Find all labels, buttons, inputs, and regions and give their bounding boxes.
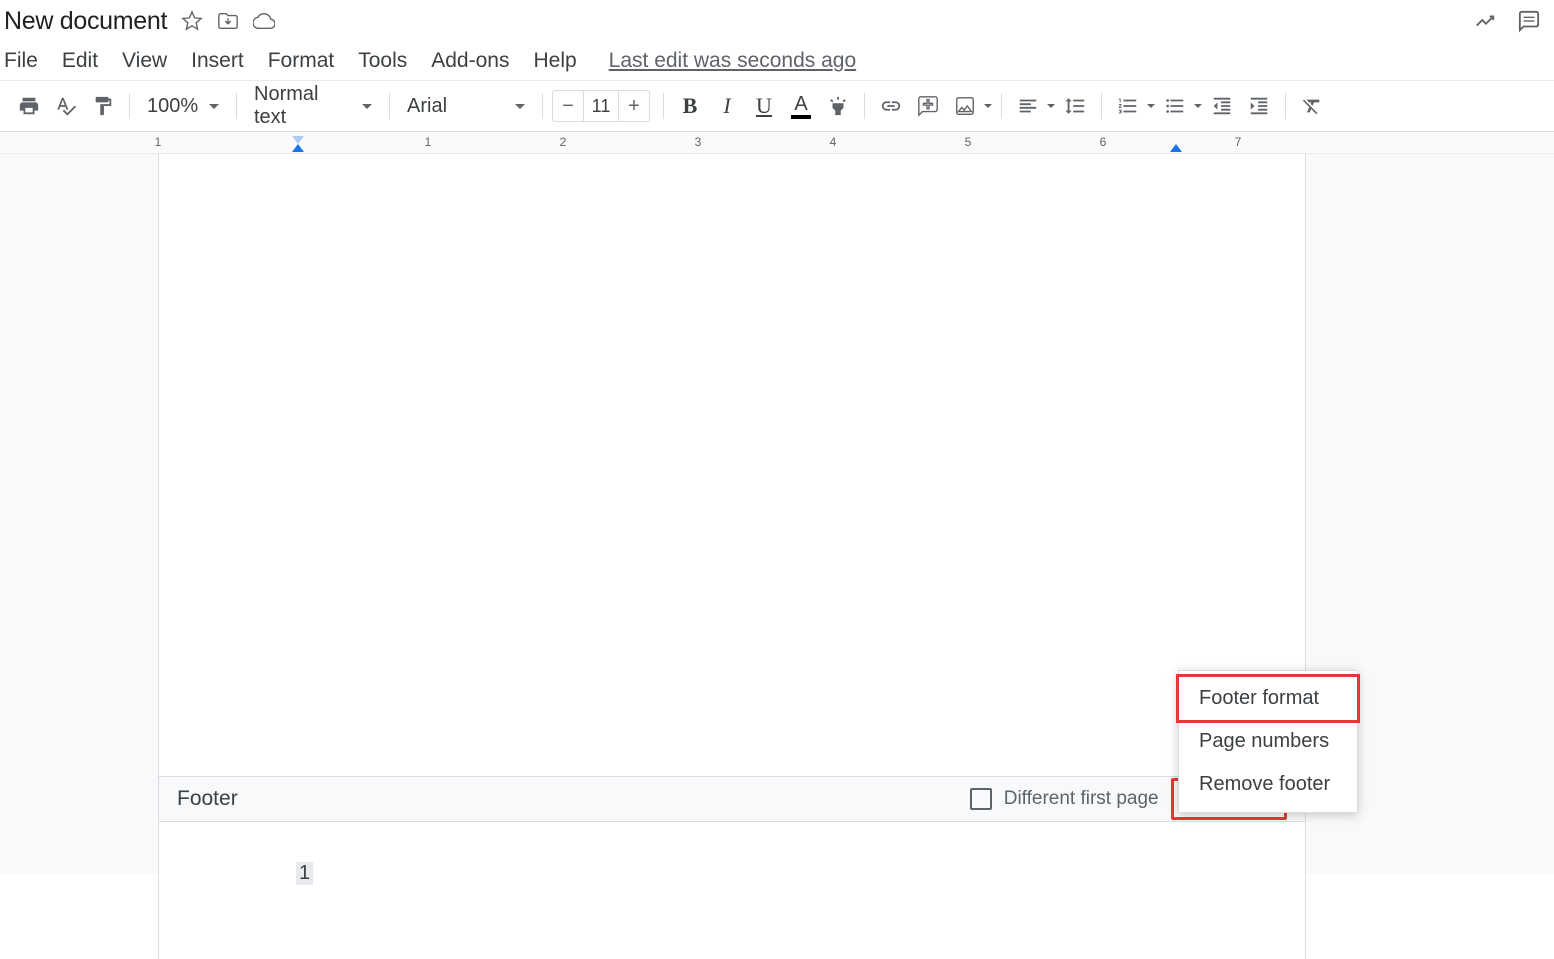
separator [1001, 93, 1002, 119]
menu-insert[interactable]: Insert [191, 49, 244, 73]
font-size-group: − + [552, 90, 650, 122]
chevron-down-icon [984, 104, 992, 108]
chevron-down-icon [1147, 104, 1155, 108]
ruler[interactable]: 1 1 2 3 4 5 6 7 [0, 132, 1554, 154]
different-first-page-checkbox[interactable] [970, 788, 992, 810]
ruler-mark: 1 [155, 135, 162, 149]
underline-button[interactable]: U [747, 89, 781, 123]
zoom-value: 100% [147, 95, 198, 118]
spellcheck-icon[interactable] [49, 89, 83, 123]
ruler-mark: 7 [1235, 135, 1242, 149]
font-family-select[interactable]: Arial [399, 95, 533, 118]
separator [389, 93, 390, 119]
activity-icon[interactable] [1474, 10, 1496, 32]
ruler-mark: 2 [560, 135, 567, 149]
menu-opt-page-numbers[interactable]: Page numbers [1179, 720, 1357, 763]
align-left-icon [1011, 89, 1045, 123]
page[interactable]: Footer Different first page Options 1 [158, 154, 1306, 959]
decrease-font-size-button[interactable]: − [553, 91, 583, 121]
ruler-mark: 6 [1100, 135, 1107, 149]
zoom-select[interactable]: 100% [139, 95, 227, 118]
align-button[interactable] [1011, 89, 1055, 123]
bulleted-list-icon [1158, 89, 1192, 123]
ruler-mark: 1 [425, 135, 432, 149]
separator [663, 93, 664, 119]
comments-icon[interactable] [1518, 10, 1540, 32]
title-bar: New document [0, 0, 1554, 42]
left-indent-marker[interactable] [292, 144, 304, 152]
star-icon[interactable] [181, 10, 203, 32]
document-title[interactable]: New document [4, 7, 167, 36]
different-first-page-label: Different first page [1004, 788, 1159, 810]
paragraph-style-select[interactable]: Normal text [246, 83, 380, 129]
chevron-down-icon [362, 104, 372, 109]
separator [1101, 93, 1102, 119]
separator [236, 93, 237, 119]
menu-help[interactable]: Help [533, 49, 576, 73]
first-line-indent-marker[interactable] [292, 136, 304, 144]
text-color-button[interactable]: A [784, 89, 818, 123]
bulleted-list-button[interactable] [1158, 89, 1202, 123]
clear-formatting-icon[interactable] [1295, 89, 1329, 123]
last-edit-link[interactable]: Last edit was seconds ago [609, 49, 857, 73]
highlight-color-button[interactable] [821, 89, 855, 123]
menu-addons[interactable]: Add-ons [431, 49, 509, 73]
chevron-down-icon [515, 104, 525, 109]
cloud-status-icon[interactable] [253, 10, 275, 32]
insert-link-icon[interactable] [874, 89, 908, 123]
font-value: Arial [407, 95, 447, 118]
insert-image-button[interactable] [948, 89, 992, 123]
move-to-folder-icon[interactable] [217, 10, 239, 32]
separator [1285, 93, 1286, 119]
chevron-down-icon [1194, 104, 1202, 108]
print-icon[interactable] [12, 89, 46, 123]
ruler-mark: 3 [695, 135, 702, 149]
ruler-mark: 4 [830, 135, 837, 149]
italic-button[interactable]: I [710, 89, 744, 123]
ruler-mark: 5 [965, 135, 972, 149]
add-comment-icon[interactable] [911, 89, 945, 123]
toolbar: 100% Normal text Arial − + B I U A [0, 80, 1554, 132]
separator [542, 93, 543, 119]
line-spacing-icon[interactable] [1058, 89, 1092, 123]
menu-opt-remove-footer[interactable]: Remove footer [1179, 763, 1357, 806]
image-icon [948, 89, 982, 123]
style-value: Normal text [254, 83, 352, 129]
bold-button[interactable]: B [673, 89, 707, 123]
menu-opt-footer-format[interactable]: Footer format [1176, 674, 1360, 723]
chevron-down-icon [209, 104, 219, 109]
menu-view[interactable]: View [122, 49, 167, 73]
chevron-down-icon [1047, 104, 1055, 108]
footer-content-area[interactable]: 1 [159, 822, 1305, 959]
right-indent-marker[interactable] [1170, 144, 1182, 152]
menu-edit[interactable]: Edit [62, 49, 98, 73]
increase-font-size-button[interactable]: + [619, 91, 649, 121]
decrease-indent-icon[interactable] [1205, 89, 1239, 123]
font-size-input[interactable] [583, 91, 619, 121]
separator [864, 93, 865, 119]
footer-options-menu: Footer format Page numbers Remove footer [1178, 670, 1358, 813]
menu-bar: File Edit View Insert Format Tools Add-o… [0, 42, 1554, 80]
menu-tools[interactable]: Tools [358, 49, 407, 73]
footer-label: Footer [177, 787, 238, 811]
separator [129, 93, 130, 119]
menu-format[interactable]: Format [268, 49, 335, 73]
paint-format-icon[interactable] [86, 89, 120, 123]
increase-indent-icon[interactable] [1242, 89, 1276, 123]
footer-bar: Footer Different first page Options [159, 776, 1305, 822]
numbered-list-button[interactable] [1111, 89, 1155, 123]
numbered-list-icon [1111, 89, 1145, 123]
menu-file[interactable]: File [4, 49, 38, 73]
